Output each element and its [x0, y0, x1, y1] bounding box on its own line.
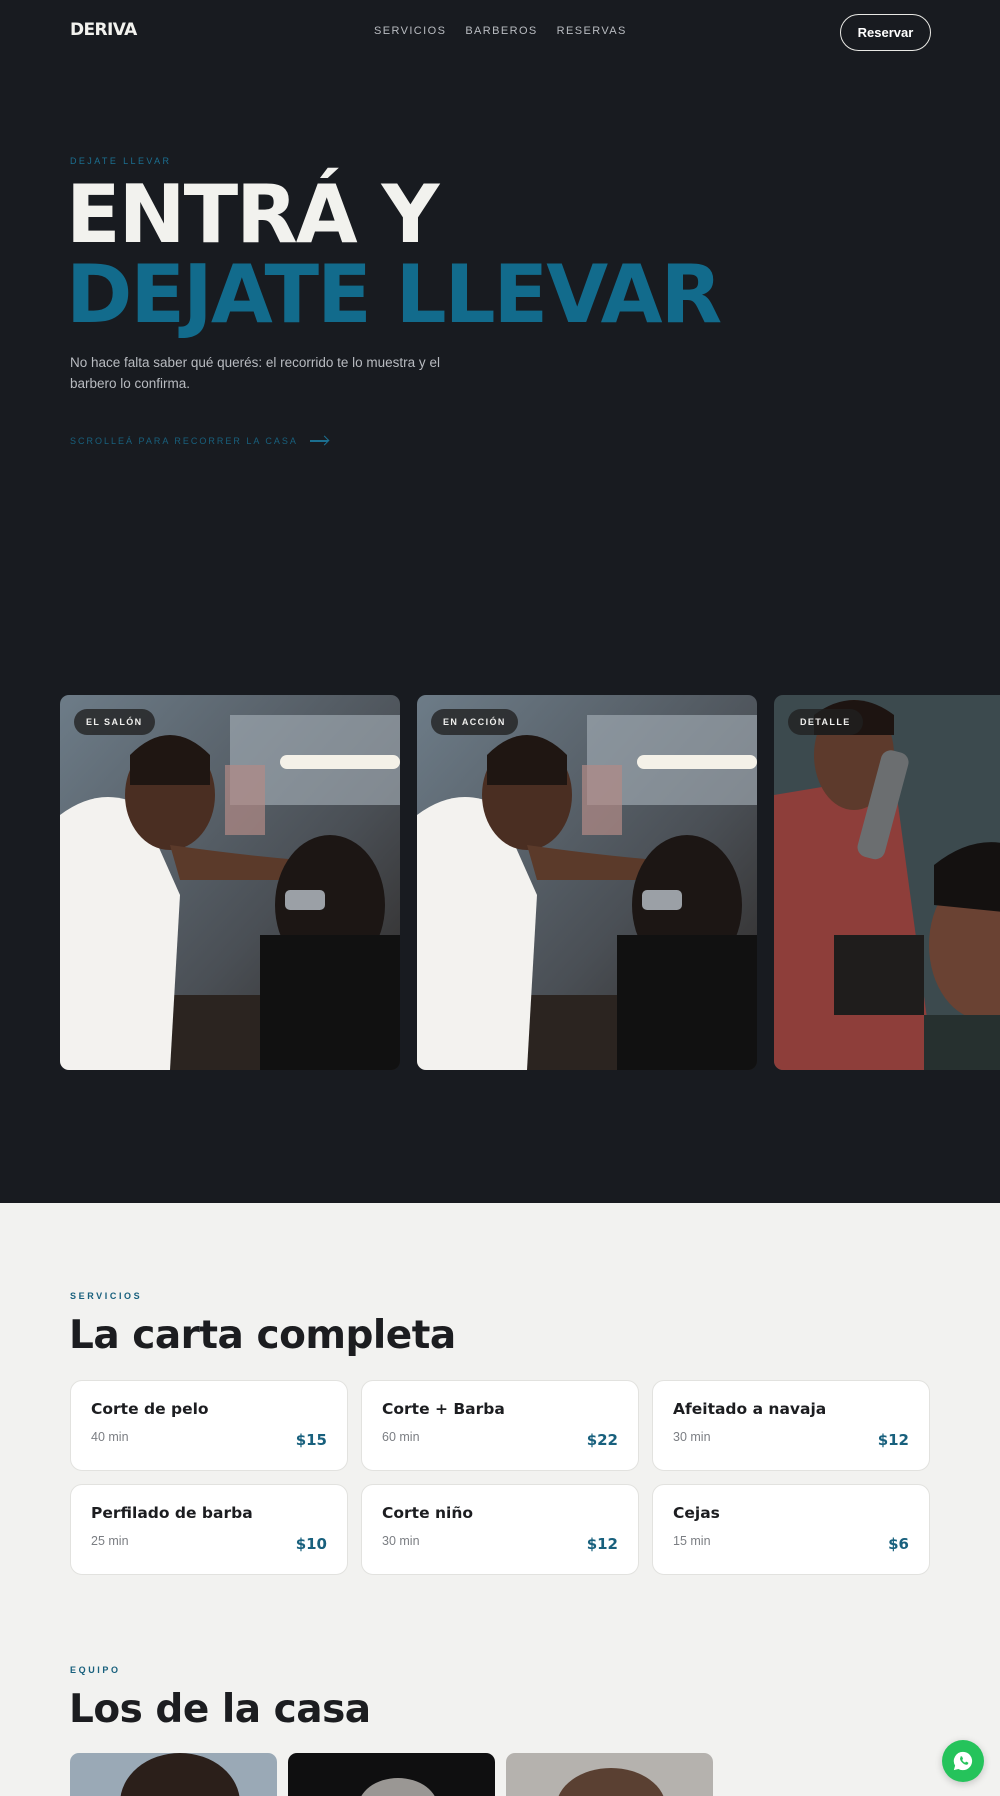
service-duration: 60 min	[382, 1430, 420, 1444]
service-price: $22	[586, 1431, 618, 1449]
gallery-tag: EL SALÓN	[74, 709, 155, 735]
scroll-hint-label: SCROLLEÁ PARA RECORRER LA CASA	[70, 436, 298, 446]
service-card[interactable]: Afeitado a navaja 30 min $12	[652, 1380, 930, 1471]
service-name: Cejas	[673, 1504, 720, 1522]
team-title: Los de la casa	[69, 1687, 371, 1732]
team-member-card[interactable]	[70, 1753, 277, 1796]
team-eyebrow: EQUIPO	[70, 1665, 121, 1675]
nav-link-servicios[interactable]: SERVICIOS	[374, 25, 446, 37]
service-name: Corte de pelo	[91, 1400, 209, 1418]
hero-description: No hace falta saber qué querés: el recor…	[70, 355, 440, 391]
hero-title-line2: DEJATE LLEVAR	[66, 248, 722, 341]
nav-link-barberos[interactable]: BARBEROS	[465, 25, 537, 37]
service-card[interactable]: Corte niño 30 min $12	[361, 1484, 639, 1575]
barber-spray-photo	[774, 695, 1000, 1070]
service-name: Perfilado de barba	[91, 1504, 253, 1522]
team-member-card[interactable]	[506, 1753, 713, 1796]
gallery-card-salon[interactable]: EL SALÓN	[60, 695, 400, 1070]
whatsapp-icon	[953, 1751, 973, 1771]
gallery-card-en-accion[interactable]: EN ACCIÓN	[417, 695, 757, 1070]
gallery-card-detalle[interactable]: DETALLE	[774, 695, 1000, 1070]
team-member-photo	[70, 1753, 277, 1796]
scroll-hint[interactable]: SCROLLEÁ PARA RECORRER LA CASA	[70, 436, 328, 446]
service-duration: 30 min	[673, 1430, 711, 1444]
service-card[interactable]: Corte de pelo 40 min $15	[70, 1380, 348, 1471]
service-card[interactable]: Cejas 15 min $6	[652, 1484, 930, 1575]
gallery-tag: EN ACCIÓN	[431, 709, 518, 735]
services-title: La carta completa	[69, 1313, 456, 1358]
nav-links: SERVICIOS BARBEROS RESERVAS	[374, 25, 627, 37]
team-member-photo	[506, 1753, 713, 1796]
service-price: $12	[877, 1431, 909, 1449]
service-name: Corte + Barba	[382, 1400, 505, 1418]
service-card[interactable]: Perfilado de barba 25 min $10	[70, 1484, 348, 1575]
hero-title-line1: ENTRÁ Y	[66, 168, 439, 261]
services-eyebrow: SERVICIOS	[70, 1291, 143, 1301]
barber-cutting-photo	[60, 695, 400, 1070]
hero-section: DERIVA SERVICIOS BARBEROS RESERVAS Reser…	[0, 0, 1000, 1203]
service-price: $12	[586, 1535, 618, 1553]
whatsapp-button[interactable]	[942, 1740, 984, 1782]
reserve-button[interactable]: Reservar	[840, 14, 931, 51]
hero-eyebrow: DEJATE LLEVAR	[70, 156, 172, 166]
service-duration: 15 min	[673, 1534, 711, 1548]
barber-action-photo	[417, 695, 757, 1070]
team-member-photo	[288, 1753, 495, 1796]
service-duration: 40 min	[91, 1430, 129, 1444]
service-card[interactable]: Corte + Barba 60 min $22	[361, 1380, 639, 1471]
service-duration: 30 min	[382, 1534, 420, 1548]
service-duration: 25 min	[91, 1534, 129, 1548]
service-name: Corte niño	[382, 1504, 474, 1522]
team-member-card[interactable]	[288, 1753, 495, 1796]
service-name: Afeitado a navaja	[673, 1400, 827, 1418]
service-price: $15	[295, 1431, 327, 1449]
hero-title: ENTRÁ Y DEJATE LLEVAR	[66, 168, 722, 341]
gallery-tag: DETALLE	[788, 709, 863, 735]
nav-link-reservas[interactable]: RESERVAS	[557, 25, 627, 37]
logo[interactable]: DERIVA	[70, 20, 137, 40]
services-grid: Corte de pelo 40 min $15 Corte + Barba 6…	[70, 1380, 930, 1575]
top-nav: DERIVA SERVICIOS BARBEROS RESERVAS Reser…	[0, 0, 1000, 64]
arrow-right-icon	[309, 440, 328, 442]
service-price: $6	[888, 1535, 909, 1553]
service-price: $10	[295, 1535, 327, 1553]
